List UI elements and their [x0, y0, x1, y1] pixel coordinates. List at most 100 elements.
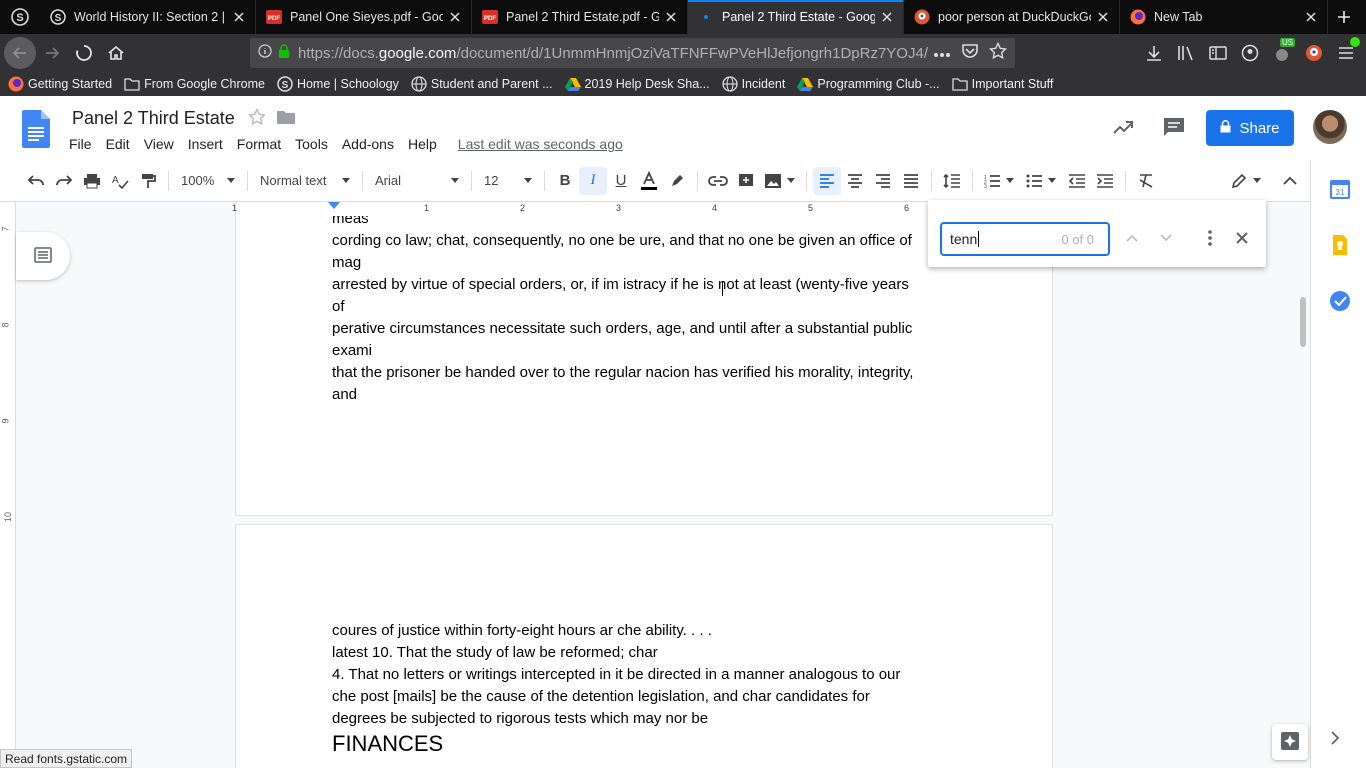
- underline-icon[interactable]: U: [607, 167, 635, 195]
- avatar[interactable]: [1313, 110, 1347, 144]
- text-color-icon[interactable]: [635, 167, 663, 195]
- document-title[interactable]: Panel 2 Third Estate: [72, 108, 235, 129]
- downloads-icon[interactable]: [1138, 37, 1170, 69]
- page-actions-icon[interactable]: [933, 45, 951, 62]
- browser-tab[interactable]: poor person at DuckDuckGo: [904, 0, 1120, 34]
- close-tab-icon[interactable]: [231, 9, 247, 25]
- print-icon[interactable]: [78, 167, 106, 195]
- share-button[interactable]: Share: [1206, 110, 1294, 146]
- font-size-select[interactable]: 12: [478, 167, 538, 195]
- vpn-extension-icon[interactable]: US: [1266, 37, 1298, 69]
- font-select[interactable]: Arial: [369, 167, 465, 195]
- menu-insert[interactable]: Insert: [181, 134, 230, 154]
- back-button[interactable]: [4, 37, 36, 69]
- redo-icon[interactable]: [50, 167, 78, 195]
- bookmark-item[interactable]: Getting Started: [8, 76, 112, 92]
- insert-comment-icon[interactable]: [732, 167, 760, 195]
- library-icon[interactable]: [1170, 37, 1202, 69]
- close-tab-icon[interactable]: [879, 9, 895, 25]
- menu-view[interactable]: View: [137, 134, 181, 154]
- explore-button[interactable]: [1272, 724, 1308, 760]
- hide-menus-icon[interactable]: [1276, 167, 1304, 195]
- next-result-icon[interactable]: [1156, 228, 1176, 248]
- align-center-icon[interactable]: [841, 167, 869, 195]
- editing-mode-icon[interactable]: [1226, 167, 1266, 195]
- calendar-icon[interactable]: 31: [1329, 178, 1351, 200]
- numbered-list-icon[interactable]: 123: [979, 167, 1019, 195]
- bold-icon[interactable]: B: [551, 167, 579, 195]
- close-tab-icon[interactable]: [1095, 9, 1111, 25]
- bookmark-item[interactable]: S Home | Schoology: [277, 76, 399, 92]
- schoology-icon[interactable]: S: [0, 0, 40, 34]
- close-tab-icon[interactable]: [447, 9, 463, 25]
- bookmark-item[interactable]: 2019 Help Desk Sha...: [564, 76, 710, 92]
- comments-icon[interactable]: [1162, 116, 1186, 141]
- last-edit-status[interactable]: Last edit was seconds ago: [444, 134, 630, 154]
- star-icon[interactable]: [247, 107, 267, 129]
- url-bar[interactable]: https://docs. google.com/document/d/1Unmm…: [250, 38, 1015, 68]
- info-icon[interactable]: [258, 44, 272, 62]
- browser-tab[interactable]: PDF Panel 2 Third Estate.pdf - Go: [472, 0, 688, 34]
- document-canvas[interactable]: 7 8 9 10 meas cording co law; chat, conseque…: [0, 202, 1310, 768]
- move-folder-icon[interactable]: [276, 109, 296, 128]
- menu-tools[interactable]: Tools: [288, 134, 335, 154]
- more-options-icon[interactable]: [1200, 228, 1220, 248]
- expand-side-panel-icon[interactable]: [1330, 730, 1340, 749]
- italic-icon[interactable]: I: [579, 166, 607, 195]
- account-icon[interactable]: [1234, 37, 1266, 69]
- forward-button[interactable]: [36, 37, 68, 69]
- home-button[interactable]: [100, 37, 132, 69]
- decrease-indent-icon[interactable]: [1063, 167, 1091, 195]
- browser-tab[interactable]: Panel 2 Third Estate - Google: [688, 0, 904, 34]
- menu-add-ons[interactable]: Add-ons: [335, 134, 401, 154]
- browser-tab[interactable]: New Tab: [1120, 0, 1328, 34]
- insert-link-icon[interactable]: [704, 167, 732, 195]
- keep-icon[interactable]: [1329, 234, 1351, 256]
- pocket-icon[interactable]: [961, 43, 979, 63]
- menu-help[interactable]: Help: [401, 134, 444, 154]
- menu-format[interactable]: Format: [230, 134, 288, 154]
- hamburger-menu-icon[interactable]: [1330, 37, 1362, 69]
- close-icon[interactable]: [1232, 228, 1252, 248]
- bookmark-item[interactable]: Student and Parent ...: [411, 76, 553, 92]
- line-spacing-icon[interactable]: [938, 167, 966, 195]
- browser-tab[interactable]: S World History II: Section 2 | S: [40, 0, 256, 34]
- bulleted-list-icon[interactable]: [1019, 167, 1063, 195]
- bookmark-star-icon[interactable]: [988, 41, 1008, 64]
- lock-icon[interactable]: [278, 44, 290, 62]
- sidebar-toggle-icon[interactable]: [1202, 37, 1234, 69]
- bookmark-item[interactable]: Programming Club -...: [797, 76, 940, 92]
- zoom-select[interactable]: 100%: [175, 167, 241, 195]
- google-docs-logo-icon[interactable]: [22, 110, 50, 148]
- clear-formatting-icon[interactable]: [1132, 167, 1160, 195]
- menu-edit[interactable]: Edit: [99, 134, 137, 154]
- close-tab-icon[interactable]: [663, 9, 679, 25]
- align-left-icon[interactable]: [813, 166, 841, 195]
- stop-loading-button[interactable]: [68, 37, 100, 69]
- new-tab-button[interactable]: [1328, 0, 1360, 34]
- paragraph-style-select[interactable]: Normal text: [254, 167, 356, 195]
- find-input[interactable]: tenn 0 of 0: [940, 222, 1110, 256]
- vertical-scrollbar-thumb[interactable]: [1300, 297, 1306, 347]
- align-justify-icon[interactable]: [897, 167, 925, 195]
- close-tab-icon[interactable]: [1303, 9, 1319, 25]
- paint-format-icon[interactable]: [134, 167, 162, 195]
- undo-icon[interactable]: [22, 167, 50, 195]
- bookmark-item[interactable]: From Google Chrome: [124, 76, 265, 92]
- bookmark-item[interactable]: Important Stuff: [951, 76, 1053, 92]
- document-page[interactable]: FINANCES coures of justice within forty-…: [236, 525, 1052, 768]
- indent-marker[interactable]: [328, 202, 340, 209]
- previous-result-icon[interactable]: [1122, 228, 1142, 248]
- activity-dashboard-icon[interactable]: [1112, 116, 1134, 141]
- browser-tab[interactable]: PDF Panel One Sieyes.pdf - Googl: [256, 0, 472, 34]
- highlight-color-icon[interactable]: [663, 167, 691, 195]
- spellcheck-icon[interactable]: A: [106, 167, 134, 195]
- bookmark-item[interactable]: Incident: [721, 76, 785, 92]
- align-right-icon[interactable]: [869, 167, 897, 195]
- tasks-icon[interactable]: [1329, 290, 1351, 312]
- increase-indent-icon[interactable]: [1091, 167, 1119, 195]
- menu-file[interactable]: File: [62, 134, 99, 154]
- duckduckgo-extension-icon[interactable]: [1298, 37, 1330, 69]
- insert-image-icon[interactable]: [760, 167, 800, 195]
- document-outline-button[interactable]: [16, 232, 70, 280]
